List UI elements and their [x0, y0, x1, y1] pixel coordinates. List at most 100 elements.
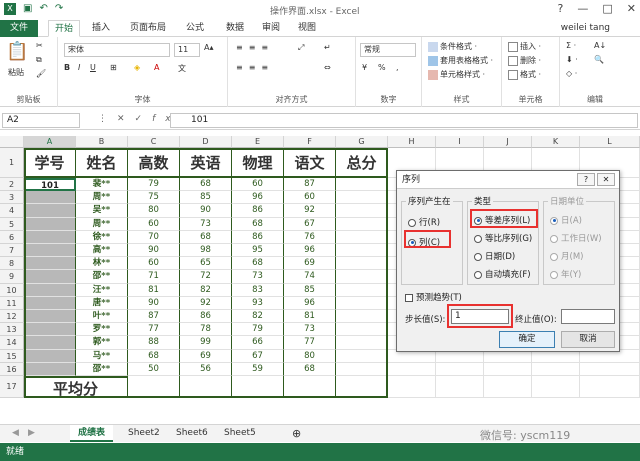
- cell[interactable]: 88: [128, 336, 180, 350]
- cell[interactable]: 87: [128, 310, 180, 324]
- selected-cell[interactable]: [24, 270, 76, 284]
- cell[interactable]: 59: [232, 362, 284, 376]
- ok-button[interactable]: 确定: [499, 331, 555, 348]
- cell[interactable]: 周**: [76, 217, 128, 231]
- cell[interactable]: [232, 376, 284, 398]
- column-header[interactable]: H: [388, 136, 436, 148]
- radio-row[interactable]: 行(R): [408, 216, 440, 228]
- row-header[interactable]: 11: [0, 296, 24, 310]
- cell[interactable]: [388, 362, 436, 376]
- font-size-select[interactable]: 11: [174, 43, 200, 57]
- cell[interactable]: 85: [180, 191, 232, 205]
- cell[interactable]: 92: [284, 204, 336, 218]
- radio-date[interactable]: 日期(D): [474, 250, 515, 262]
- cell[interactable]: 77: [284, 336, 336, 350]
- insert-cells-button[interactable]: 插入 ·: [508, 41, 541, 52]
- cell[interactable]: 79: [128, 178, 180, 192]
- cell[interactable]: [336, 362, 388, 376]
- column-header[interactable]: E: [232, 136, 284, 148]
- cell[interactable]: 73: [180, 217, 232, 231]
- header-cell[interactable]: 语文: [284, 148, 336, 178]
- cell[interactable]: [336, 283, 388, 297]
- align-top-icons[interactable]: ≡≡≡: [236, 43, 274, 52]
- radio-month[interactable]: 月(M): [550, 250, 583, 262]
- cell[interactable]: [336, 244, 388, 258]
- help-icon[interactable]: ?: [558, 2, 564, 15]
- format-table-button[interactable]: 套用表格格式 ·: [428, 55, 493, 66]
- user-name[interactable]: weilei tang: [561, 23, 610, 33]
- cell[interactable]: [580, 376, 640, 398]
- currency-icon[interactable]: ¥: [362, 63, 367, 72]
- cell[interactable]: [336, 323, 388, 337]
- save-icon[interactable]: ▣: [23, 3, 32, 15]
- cell[interactable]: 75: [128, 191, 180, 205]
- row-header[interactable]: 15: [0, 349, 24, 363]
- underline-icon[interactable]: U: [90, 63, 96, 72]
- row-header[interactable]: 10: [0, 283, 24, 297]
- cell[interactable]: 96: [284, 244, 336, 258]
- paste-icon[interactable]: 📋: [6, 41, 28, 62]
- selected-cell[interactable]: [24, 257, 76, 271]
- cell[interactable]: 85: [284, 283, 336, 297]
- sheet-tab-4[interactable]: Sheet5: [216, 425, 264, 442]
- dialog-help-icon[interactable]: ?: [577, 173, 595, 186]
- column-header[interactable]: G: [336, 136, 388, 148]
- radio-autofill[interactable]: 自动填充(F): [474, 268, 531, 280]
- scroll-right-icon[interactable]: ▶: [20, 425, 43, 442]
- cell[interactable]: [180, 376, 232, 398]
- cell[interactable]: [532, 362, 580, 376]
- cell[interactable]: 86: [180, 310, 232, 324]
- cell[interactable]: [336, 217, 388, 231]
- tab-home[interactable]: 开始: [48, 20, 81, 37]
- formula-buttons[interactable]: ⋮✕✓fx: [98, 114, 181, 124]
- column-header[interactable]: F: [284, 136, 336, 148]
- selected-cell[interactable]: [24, 362, 76, 376]
- header-cell[interactable]: 学号: [24, 148, 76, 178]
- selected-cell[interactable]: [24, 336, 76, 350]
- tab-view[interactable]: 视图: [292, 20, 322, 37]
- cell[interactable]: 86: [232, 230, 284, 244]
- redo-icon[interactable]: ↷: [55, 3, 63, 15]
- selected-cell[interactable]: [24, 204, 76, 218]
- cell[interactable]: 67: [232, 349, 284, 363]
- cell[interactable]: [336, 376, 388, 398]
- cell[interactable]: [336, 296, 388, 310]
- delete-cells-button[interactable]: 删除 ·: [508, 55, 541, 66]
- fill-color-icon[interactable]: ◈: [134, 63, 140, 72]
- cell[interactable]: 郭**: [76, 336, 128, 350]
- column-header[interactable]: J: [484, 136, 532, 148]
- cell[interactable]: [336, 178, 388, 192]
- cell[interactable]: 裴**: [76, 178, 128, 192]
- cell[interactable]: 60: [128, 257, 180, 271]
- cell[interactable]: 92: [180, 296, 232, 310]
- cell[interactable]: 71: [128, 270, 180, 284]
- align-horizontal-icons[interactable]: ≡≡≡: [236, 63, 274, 72]
- cell[interactable]: [336, 336, 388, 350]
- cell[interactable]: 95: [232, 244, 284, 258]
- header-cell[interactable]: 姓名: [76, 148, 128, 178]
- cancel-button[interactable]: 取消: [561, 331, 615, 348]
- cell[interactable]: [484, 376, 532, 398]
- number-format-select[interactable]: 常规: [360, 43, 416, 57]
- header-cell[interactable]: 总分: [336, 148, 388, 178]
- phonetic-icon[interactable]: 文: [178, 63, 186, 74]
- row-header[interactable]: 9: [0, 270, 24, 284]
- row-header[interactable]: 8: [0, 257, 24, 271]
- footer-label[interactable]: 平均分: [24, 376, 128, 398]
- cell[interactable]: [580, 362, 640, 376]
- cell[interactable]: 唐**: [76, 296, 128, 310]
- selected-cell[interactable]: [24, 310, 76, 324]
- row-header[interactable]: 3: [0, 191, 24, 205]
- cell[interactable]: [336, 230, 388, 244]
- row-header[interactable]: 16: [0, 362, 24, 376]
- cell[interactable]: [436, 376, 484, 398]
- italic-icon[interactable]: I: [78, 63, 80, 72]
- radio-weekday[interactable]: 工作日(W): [550, 232, 602, 244]
- cell[interactable]: [388, 376, 436, 398]
- selected-cell[interactable]: [24, 217, 76, 231]
- selected-cell[interactable]: [24, 283, 76, 297]
- cell[interactable]: 69: [284, 257, 336, 271]
- cell[interactable]: 马**: [76, 349, 128, 363]
- cell[interactable]: 周**: [76, 191, 128, 205]
- cell[interactable]: 77: [128, 323, 180, 337]
